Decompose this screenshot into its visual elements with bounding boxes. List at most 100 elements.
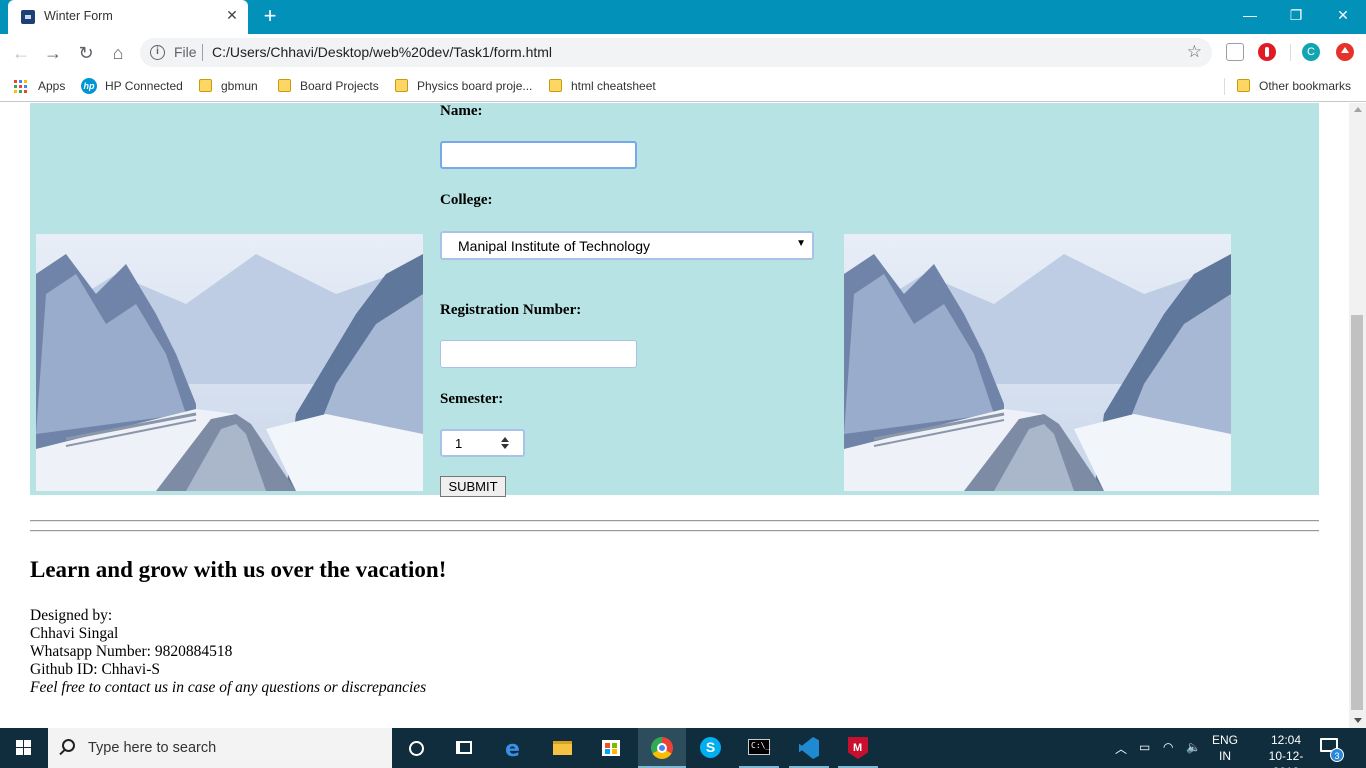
- search-placeholder: Type here to search: [88, 740, 217, 756]
- toolbar-divider: [1290, 44, 1291, 61]
- bookmark-star-icon[interactable]: ☆: [1187, 42, 1202, 62]
- bookmark-physics-board[interactable]: Physics board proje...: [395, 77, 540, 95]
- divider-line: [30, 530, 1319, 532]
- winter-road-illustration: [36, 234, 423, 491]
- winter-road-image-left: [36, 234, 423, 491]
- reload-icon[interactable]: ↻: [73, 40, 99, 66]
- forward-icon[interactable]: →: [40, 40, 66, 66]
- new-tab-button[interactable]: +: [258, 4, 282, 28]
- system-clock[interactable]: 12:04 10-12-2019: [1262, 732, 1310, 768]
- bookmarks-bar: Apps hp HP Connected gbmun Board Project…: [0, 71, 1366, 102]
- update-icon[interactable]: [1336, 43, 1354, 61]
- back-icon[interactable]: ←: [8, 40, 34, 66]
- adblock-extension-icon[interactable]: [1258, 43, 1276, 61]
- dropdown-arrow-icon: ▼: [796, 238, 806, 249]
- windows-logo-icon: [16, 740, 32, 756]
- url-text[interactable]: C:/Users/Chhavi/Desktop/web%20dev/Task1/…: [212, 44, 552, 60]
- skype-icon[interactable]: S: [686, 728, 734, 768]
- language-indicator[interactable]: ENG IN: [1210, 732, 1240, 764]
- scroll-up-icon[interactable]: [1354, 107, 1362, 112]
- clock-time: 12:04: [1270, 733, 1302, 747]
- bookmark-gbmun[interactable]: gbmun: [199, 77, 269, 95]
- notification-count-badge: 3: [1330, 748, 1344, 762]
- home-icon[interactable]: ⌂: [105, 40, 131, 66]
- semester-value: 1: [455, 436, 463, 451]
- volume-icon[interactable]: 🔈: [1186, 740, 1201, 754]
- profile-avatar[interactable]: C: [1302, 43, 1320, 61]
- folder-icon: [1237, 79, 1250, 92]
- page-favicon-icon: [21, 10, 35, 24]
- tab-title: Winter Form: [44, 9, 113, 23]
- info-icon[interactable]: i: [150, 45, 165, 60]
- task-view-icon[interactable]: [440, 728, 488, 768]
- restore-icon[interactable]: ❐: [1273, 0, 1319, 30]
- hp-icon: hp: [81, 78, 97, 94]
- bookmark-board-projects[interactable]: Board Projects: [278, 77, 388, 95]
- store-icon[interactable]: [587, 728, 635, 768]
- battery-icon[interactable]: ▭: [1139, 740, 1150, 754]
- vscode-icon[interactable]: [785, 728, 833, 768]
- folder-icon: [199, 79, 212, 92]
- browser-tab-bar: Winter Form ✕ + — ❐ ✕: [0, 0, 1366, 34]
- apps-grid-icon: [14, 80, 27, 93]
- semester-label: Semester:: [440, 391, 504, 407]
- bookmark-html-cheatsheet[interactable]: html cheatsheet: [549, 77, 664, 95]
- action-center-icon[interactable]: 3: [1320, 738, 1344, 762]
- registration-label: Registration Number:: [440, 302, 582, 318]
- clock-date: 10-12-2019: [1268, 749, 1304, 768]
- bookmarks-divider: [1224, 78, 1225, 95]
- college-label: College:: [440, 192, 493, 208]
- reading-list-icon[interactable]: [1226, 43, 1244, 61]
- submit-button[interactable]: SUBMIT: [440, 476, 506, 497]
- bookmark-label: Board Projects: [300, 79, 379, 93]
- folder-icon: [278, 79, 291, 92]
- semester-stepper[interactable]: 1: [440, 429, 525, 457]
- winter-road-illustration: [844, 234, 1231, 491]
- name-label: Name:: [440, 103, 483, 119]
- bookmark-label: gbmun: [221, 79, 258, 93]
- chrome-icon[interactable]: [638, 728, 686, 768]
- tagline-heading: Learn and grow with us over the vacation…: [30, 557, 447, 582]
- url-scheme: File: [174, 44, 197, 60]
- taskbar-search-box[interactable]: Type here to search: [48, 728, 392, 768]
- browser-toolbar: ← → ↻ ⌂ i File C:/Users/Chhavi/Desktop/w…: [0, 34, 1366, 71]
- designed-by-label: Designed by:: [30, 607, 113, 624]
- scrollbar-thumb[interactable]: [1351, 315, 1363, 710]
- file-explorer-icon[interactable]: [538, 728, 586, 768]
- contact-note: Feel free to contact us in case of any q…: [30, 679, 427, 696]
- cortana-icon[interactable]: [392, 728, 440, 768]
- bookmark-label: html cheatsheet: [571, 79, 656, 93]
- bookmark-apps[interactable]: Apps: [14, 77, 74, 95]
- browser-tab[interactable]: Winter Form ✕: [8, 0, 248, 34]
- registration-input[interactable]: [440, 340, 637, 368]
- bookmark-label: Apps: [38, 79, 66, 93]
- college-selected-value: Manipal Institute of Technology: [458, 238, 650, 254]
- tray-chevron-icon[interactable]: ︿: [1115, 740, 1127, 757]
- close-icon[interactable]: ✕: [1320, 0, 1366, 30]
- bookmark-label: Physics board proje...: [417, 79, 533, 93]
- bookmark-hp-connected[interactable]: hp HP Connected: [81, 77, 191, 95]
- page-scrollbar[interactable]: [1349, 103, 1366, 728]
- start-button[interactable]: [0, 728, 48, 768]
- minimize-icon[interactable]: —: [1227, 0, 1273, 30]
- bookmark-other[interactable]: Other bookmarks: [1237, 77, 1357, 95]
- terminal-icon[interactable]: C:\_: [735, 728, 783, 768]
- wifi-icon[interactable]: ◠: [1163, 740, 1173, 754]
- page-viewport: Name: College: Manipal Institute of Tech…: [0, 103, 1349, 728]
- language-code: ENG: [1211, 733, 1238, 747]
- folder-icon: [395, 79, 408, 92]
- tab-close-icon[interactable]: ✕: [224, 7, 240, 23]
- address-bar[interactable]: i File C:/Users/Chhavi/Desktop/web%20dev…: [140, 38, 1212, 67]
- form-section: Name: College: Manipal Institute of Tech…: [30, 103, 1319, 497]
- spinner-arrows-icon[interactable]: [501, 437, 509, 450]
- url-separator: [202, 44, 203, 61]
- designer-name: Chhavi Singal: [30, 625, 119, 642]
- mcafee-icon[interactable]: M: [834, 728, 882, 768]
- bookmark-label: HP Connected: [105, 79, 183, 93]
- college-select[interactable]: Manipal Institute of Technology ▼: [440, 231, 814, 260]
- github-id: Github ID: Chhavi-S: [30, 661, 161, 678]
- scroll-down-icon[interactable]: [1354, 718, 1362, 723]
- search-icon: [62, 739, 75, 752]
- edge-icon[interactable]: e: [489, 728, 537, 768]
- name-input[interactable]: [440, 141, 637, 169]
